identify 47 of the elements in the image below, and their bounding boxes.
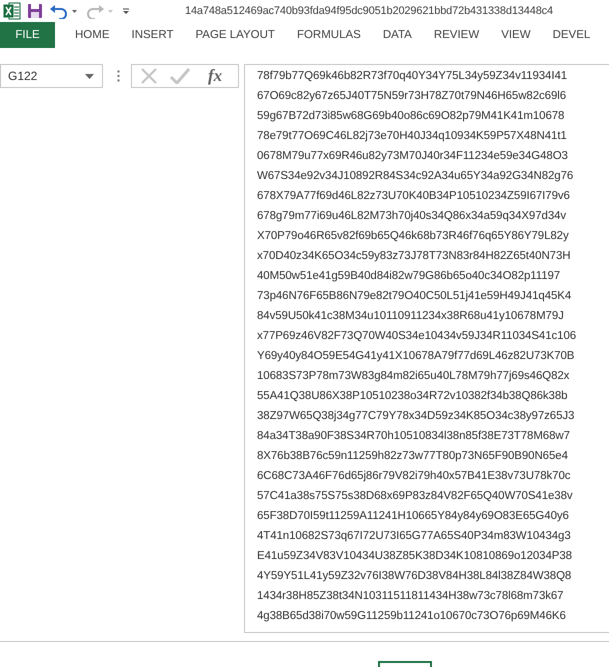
ribbon-tab[interactable]: HOME <box>66 22 118 48</box>
formula-text-line: E41u59Z34V83V10434U38Z85K38D34K10810869o12034P38 <box>257 549 573 564</box>
formula-input-field[interactable] <box>244 64 609 633</box>
ribbon-tab[interactable]: PAGE LAYOUT <box>186 22 284 48</box>
formula-text-line: 78e79t77O69C46L82j73e70H40J34q10934K59P57X48N41t1 <box>257 129 568 144</box>
spreadsheet-logo-icon <box>3 2 21 20</box>
formula-text-line: 4g38B65d38i70w59G11259b11241o10670c73O76p69M46K6 <box>257 609 567 624</box>
formula-text-line: 0678M79u77x69R46u82y73M70J40r34F11234e59e34G48O3 <box>257 149 569 164</box>
name-box[interactable]: G122 <box>0 64 103 88</box>
formula-text-line: 4Y59Y51L41y59Z32v76I38W76D38V84H38L84l38Z84W38Q8 <box>257 569 572 584</box>
formula-text-line: W67S34e92v34J10892R84S34c92A34u65Y34a92G34N82g76 <box>257 169 574 184</box>
window-title: 14a748a512469ac740b93fda94f95dc9051b2029621bbd72b431338d13448c4 <box>185 5 553 17</box>
formula-text-line: 678X79A77f69d46L82z73U70K40B34P10510234Z59I67I79v6 <box>257 189 571 204</box>
file-tab[interactable]: FILE <box>0 22 55 48</box>
formula-text-line: 6C68C73A46F76d65j86r79V82i79h40x57B41E38v73U78k70c <box>257 469 572 484</box>
undo-icon[interactable] <box>49 3 79 19</box>
formula-text-line: 84v59U50k41c38M34u10110911234x38R68u41y10678M79J <box>257 309 565 324</box>
customize-toolbar-caret-icon[interactable] <box>121 6 131 16</box>
formula-text-line: 73p46N76F65B86N79e82t79O40C50L51j41e59H49J41q45K4 <box>257 289 572 304</box>
drag-handle-icon[interactable] <box>117 70 120 82</box>
formula-text-line: 678g79m77i69u46L82M73h70j40s34Q86x34a59q34X97d34v <box>257 209 568 224</box>
formula-text-line: x70D40z34K65O34c59y83z73J78T73N83r84H82Z65t40N73H <box>257 249 572 264</box>
formula-text-line: 10683S73P78m73W83g84m82i65u40L78M79h77j69s46Q82x <box>257 369 570 384</box>
ribbon-tab[interactable]: FORMULAS <box>288 22 370 48</box>
dropdown-arrow-icon <box>85 74 94 78</box>
ribbon-tab[interactable]: REVIEW <box>424 22 488 48</box>
formula-text-line: 40M50w51e41g59B40d84i82w79G86b65o40c34O82p11197 <box>257 269 562 284</box>
formula-text-line: 78f79b77Q69k46b82R73f70q40Y34Y75L34y59Z34v11934I41 <box>257 69 568 84</box>
ribbon-tab[interactable]: DEVEL <box>544 22 600 48</box>
formula-text-line: 38Z97W65Q38j34g77C79Y78x34D59z34K85O34c38y97z65J3 <box>257 409 576 424</box>
formula-text-line: 1434r38H85Z38t34N10311511811434H38w73c78l68m73k67 <box>257 589 564 604</box>
insert-function-button[interactable]: fx <box>204 66 226 86</box>
ribbon-tab[interactable]: DATA <box>374 22 421 48</box>
ribbon-tab[interactable]: VIEW <box>492 22 540 48</box>
formula-text-line: x77P69z46V82F73Q70W40S34e10434v59J34R11034S41c106 <box>257 329 578 344</box>
formula-text-line: 65F38D70I59t11259A11241H10665Y84y84y69O83E65G40y6 <box>257 509 570 524</box>
formula-text-line: 55A41Q38U86X38P10510238o34R72v10382f34b38Q86k38b <box>257 389 568 404</box>
ribbon-tab[interactable]: INSERT <box>122 22 182 48</box>
formula-text-line: 57C41a38s75S75s38D68x69P83z84V82F65Q40W70S41e38v <box>257 489 574 504</box>
formula-text-line: Y69y40y84O59E54G41y41X10678A79f77d69L46z82U73K70B <box>257 349 576 364</box>
formula-text-line: 8X76b38B76c59n11259h82z73w77T80p73N65F90B90N65e4 <box>257 449 569 464</box>
formula-text-line: 84a34T38a90F38S34R70h10510834l38n85f38E73T78M68w7 <box>257 429 571 444</box>
formula-text-line: X70P79o46R65v82f69b65Q46k68b73R46f76q65Y86Y79L82y <box>257 229 570 244</box>
formula-text-line: 59g67B72d73i85w68G69b40o86c69O82p79M41K41m10678 <box>257 109 566 124</box>
formula-text-line: 4T41n10682S73q67I72U73I65G77A65S40P34m83W10434g3 <box>257 529 572 544</box>
formula-text-line: 67O69c82y67z65J40T75N59r73H78Z70t79N46H65w82c69l6 <box>257 89 568 104</box>
save-icon[interactable] <box>27 3 43 19</box>
